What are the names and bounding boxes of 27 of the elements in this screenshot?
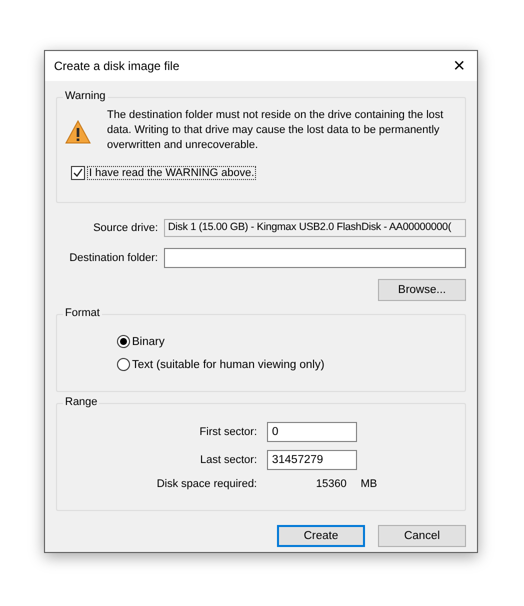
group-title: Range xyxy=(63,396,100,408)
unit-label: MB xyxy=(360,478,378,490)
destination-folder-field[interactable] xyxy=(164,248,466,268)
radio-option[interactable]: Text (suitable for human viewing only) xyxy=(117,358,465,371)
source-drive-field[interactable]: Disk 1 (15.00 GB) - Kingmax USB2.0 FlashDisk - AA00000000( xyxy=(164,219,466,237)
browse-button[interactable]: Browse... xyxy=(378,279,466,301)
last-sector-field[interactable]: 31457279 xyxy=(267,450,357,470)
dialog-button[interactable]: Cancel xyxy=(378,525,466,547)
dialog-button[interactable]: Create xyxy=(277,525,365,547)
acknowledge-checkbox[interactable] xyxy=(71,166,85,180)
group-title: Warning xyxy=(63,90,108,102)
disk-space-value: 15360 xyxy=(316,478,347,490)
radio-button[interactable] xyxy=(117,335,130,348)
field-label: First sector: xyxy=(198,426,257,438)
window-title: Create a disk image file xyxy=(54,59,180,73)
field-label: Disk space required: xyxy=(156,478,257,490)
field-label: Destination folder: xyxy=(69,252,158,264)
first-sector-field[interactable]: 0 xyxy=(267,422,357,442)
warning-message: The destination folder must not reside on the drive containing the lost data. Writing to that drive may cause the lost data to be permanently overwritten and unrecoverable. xyxy=(106,108,444,153)
radio-button[interactable] xyxy=(117,358,130,371)
warning-icon xyxy=(65,120,91,144)
close-button[interactable]: × xyxy=(451,56,467,76)
field-label: Last sector: xyxy=(199,454,257,466)
field-label: Source drive: xyxy=(93,222,158,234)
checkbox-label[interactable]: I have read the WARNING above. xyxy=(87,166,256,180)
group-title: Format xyxy=(63,307,102,319)
radio-option[interactable]: Binary xyxy=(117,335,465,348)
